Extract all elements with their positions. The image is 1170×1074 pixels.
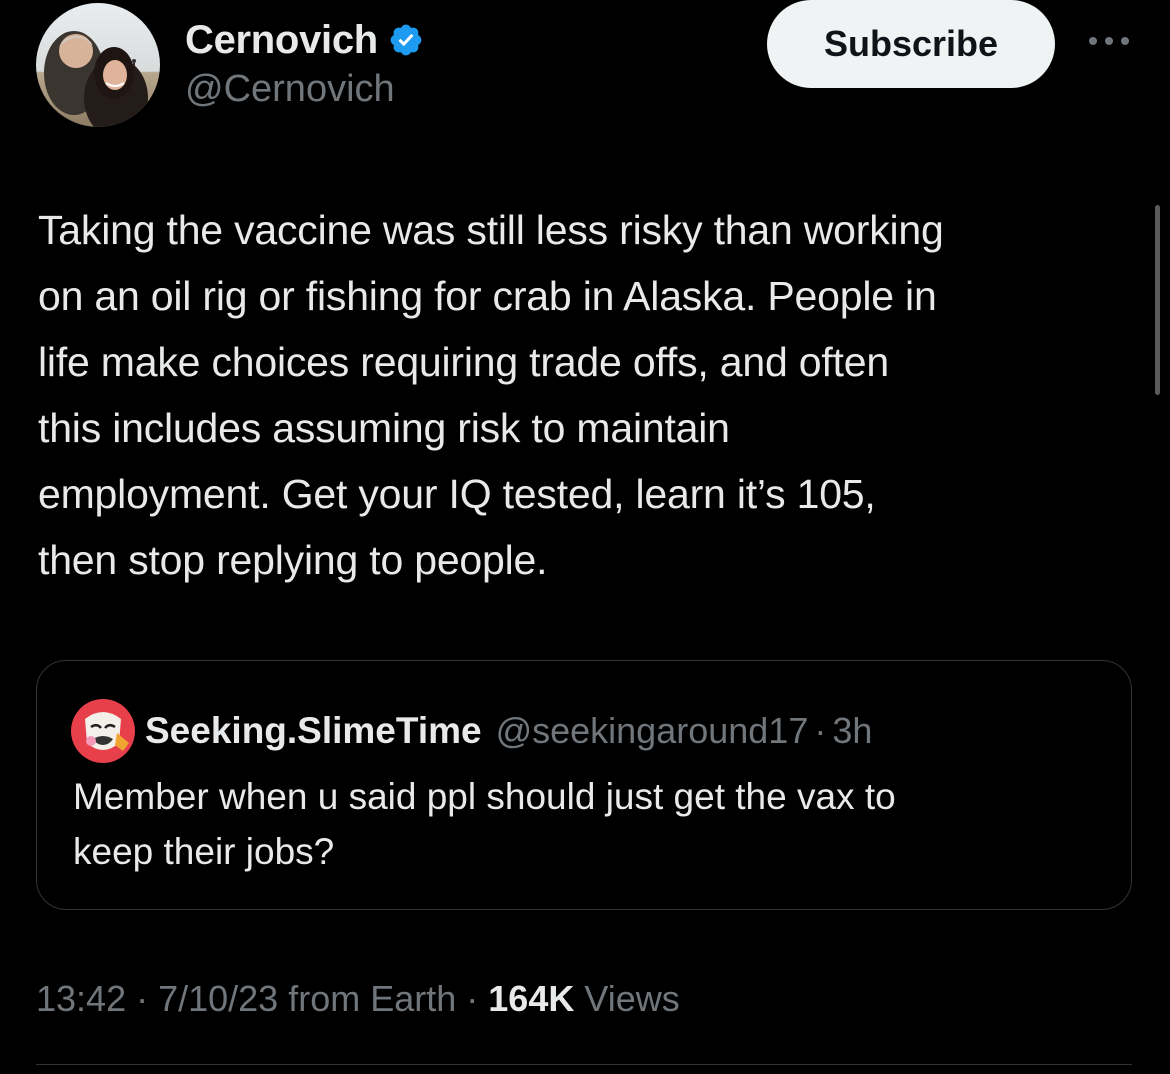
divider [36,1064,1132,1065]
more-horizontal-icon[interactable] [1086,30,1132,52]
tweet-date[interactable]: 7/10/23 [158,978,278,1019]
quoted-author-display-name[interactable]: Seeking.SlimeTime [145,710,482,752]
quoted-tweet-text: Member when u said ppl should just get t… [73,776,896,872]
meta-separator: · [456,978,489,1019]
author-handle[interactable]: @Cernovich [185,68,424,111]
tweet-detail: Cernovich @Cernovich Subscribe Taking th… [0,0,1170,1074]
quoted-tweet-header: Seeking.SlimeTime @seekingaround17 · 3h [71,699,872,763]
tweet-meta: 13:42 · 7/10/23 from Earth · 164K Views [36,978,680,1020]
author-display-name[interactable]: Cernovich [185,18,378,63]
quoted-author-handle[interactable]: @seekingaround17 [496,710,809,752]
verified-badge-icon [388,22,424,58]
tweet-source: from Earth [278,978,457,1019]
quoted-tweet[interactable]: Seeking.SlimeTime @seekingaround17 · 3h … [36,660,1132,910]
scrollbar[interactable] [1155,205,1160,395]
tweet-text: Taking the vaccine was still less risky … [38,207,944,583]
subscribe-button[interactable]: Subscribe [767,0,1055,88]
author-name-row: Cernovich [185,14,424,66]
tweet-time[interactable]: 13:42 [36,978,126,1019]
views-count[interactable]: 164K [488,978,574,1019]
quoted-timestamp[interactable]: 3h [832,710,872,752]
meta-separator: · [126,978,159,1019]
author-info[interactable]: Cernovich @Cernovich [185,14,424,111]
views-label[interactable]: Views [574,978,679,1019]
quoted-author-avatar[interactable] [71,699,135,763]
author-avatar[interactable] [36,3,160,127]
quoted-separator: · [814,710,827,751]
